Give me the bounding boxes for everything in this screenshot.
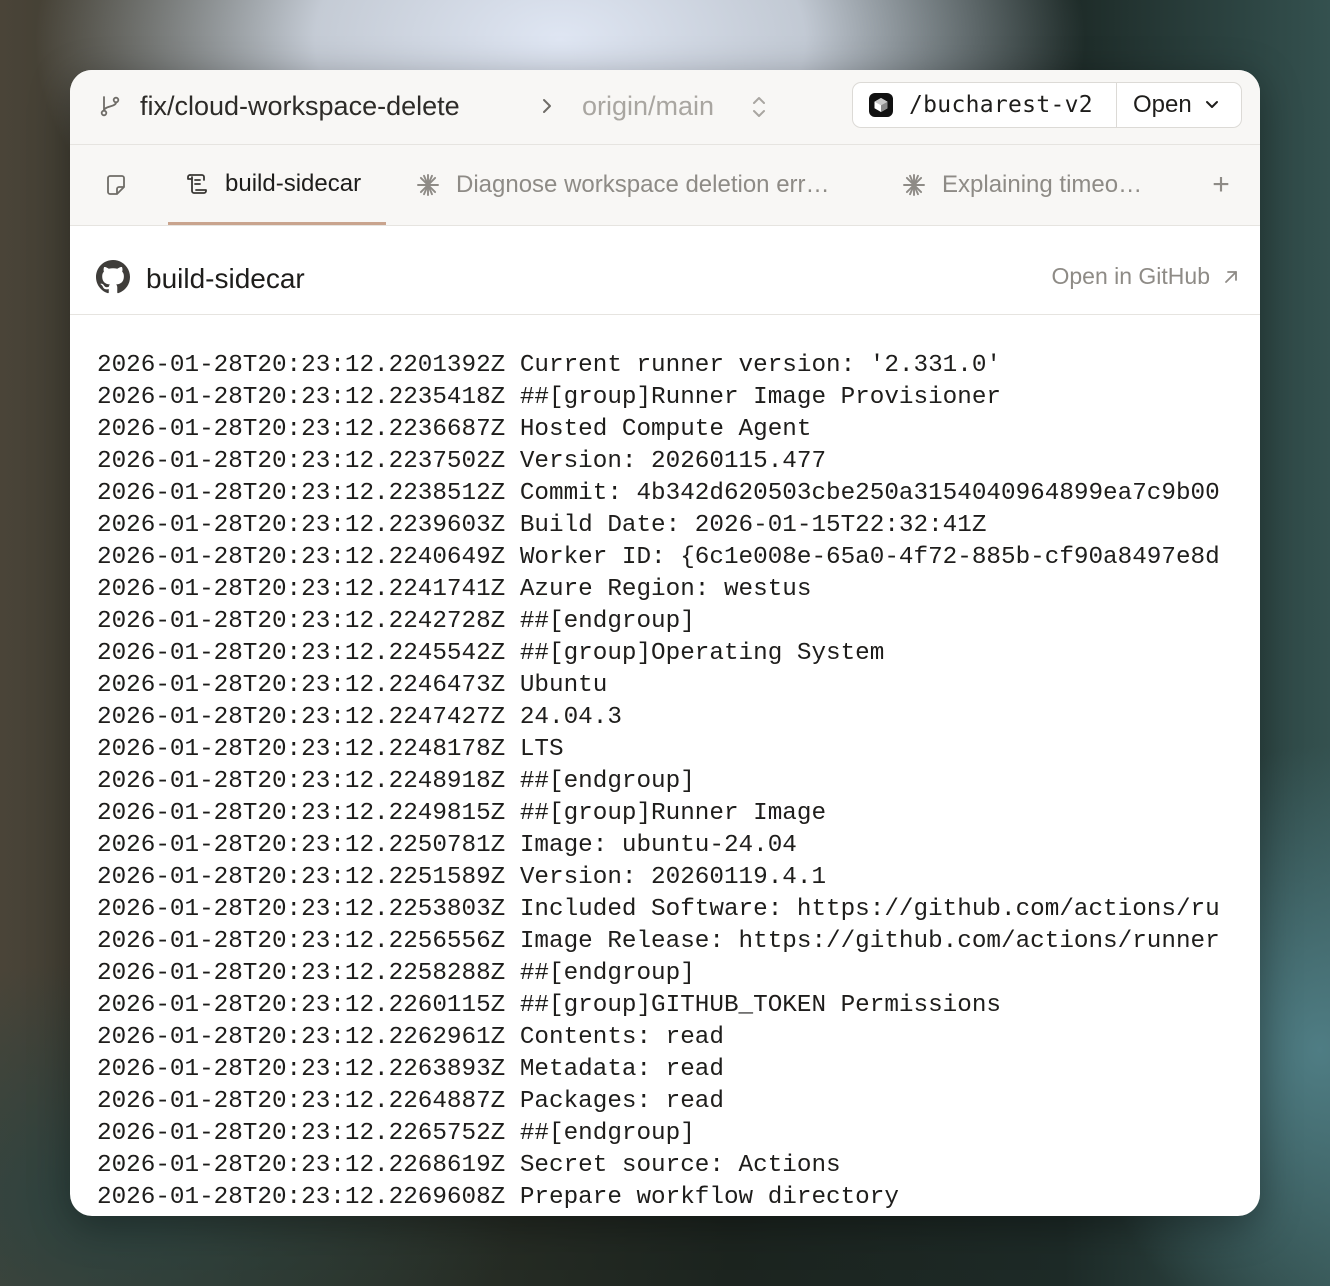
app-window: fix/cloud-workspace-delete origin/main /… <box>70 70 1260 1216</box>
tab-label: Explaining timeo… <box>942 171 1143 198</box>
external-link-icon <box>1225 270 1237 283</box>
tab-bar: build-sidecar Diagnose workspace deletio… <box>70 145 1260 226</box>
log-line: 2026-01-28T20:23:12.2240649Z Worker ID: … <box>97 544 1220 571</box>
log-line: 2026-01-28T20:23:12.2245542Z ##[group]Op… <box>97 640 885 667</box>
log-icon <box>187 173 207 194</box>
open-in-github-link[interactable]: Open in GitHub <box>1051 263 1238 290</box>
plus-icon: + <box>1212 168 1230 201</box>
tab-diagnose[interactable]: Diagnose workspace deletion err… <box>416 145 830 225</box>
log-line: 2026-01-28T20:23:12.2269608Z Prepare wor… <box>97 1184 899 1211</box>
branch-name[interactable]: fix/cloud-workspace-delete <box>140 89 460 123</box>
log-line: 2026-01-28T20:23:12.2235418Z ##[group]Ru… <box>97 384 1001 411</box>
note-icon <box>107 175 125 195</box>
tab-notes[interactable] <box>104 145 144 225</box>
log-line: 2026-01-28T20:23:12.2260115Z ##[group]GI… <box>97 992 1001 1019</box>
log-line: 2026-01-28T20:23:12.2253803Z Included So… <box>97 896 1220 923</box>
log-line: 2026-01-28T20:23:12.2238512Z Commit: 4b3… <box>97 480 1220 507</box>
log-line: 2026-01-28T20:23:12.2241741Z Azure Regio… <box>97 576 812 603</box>
log-output: 2026-01-28T20:23:12.2201392Z Current run… <box>97 350 1227 1214</box>
open-in-group: /bucharest-v2 Open <box>852 82 1242 128</box>
git-branch-icon <box>100 96 120 117</box>
log-line: 2026-01-28T20:23:12.2237502Z Version: 20… <box>97 448 827 475</box>
log-line: 2026-01-28T20:23:12.2248918Z ##[endgroup… <box>97 768 695 795</box>
sparkle-icon <box>417 174 439 196</box>
log-line: 2026-01-28T20:23:12.2246473Z Ubuntu <box>97 672 608 699</box>
chevron-down-icon <box>1205 101 1218 108</box>
tab-explaining[interactable]: Explaining timeo… <box>902 145 1142 225</box>
workspace-button[interactable]: /bucharest-v2 <box>853 83 1117 127</box>
log-line: 2026-01-28T20:23:12.2236687Z Hosted Comp… <box>97 416 812 443</box>
log-line: 2026-01-28T20:23:12.2250781Z Image: ubun… <box>97 832 797 859</box>
log-line: 2026-01-28T20:23:12.2248178Z LTS <box>97 736 564 763</box>
cursor-logo-icon <box>869 93 893 117</box>
log-line: 2026-01-28T20:23:12.2249815Z ##[group]Ru… <box>97 800 827 827</box>
base-branch-name[interactable]: origin/main <box>582 89 714 123</box>
log-line: 2026-01-28T20:23:12.2242728Z ##[endgroup… <box>97 608 695 635</box>
new-tab-button[interactable]: + <box>1206 145 1236 225</box>
tab-label: build-sidecar <box>225 169 362 197</box>
log-line: 2026-01-28T20:23:12.2201392Z Current run… <box>97 352 1001 379</box>
tab-build-sidecar[interactable]: build-sidecar <box>168 145 386 225</box>
log-line: 2026-01-28T20:23:12.2263893Z Metadata: r… <box>97 1056 724 1083</box>
chevron-up-down-icon[interactable] <box>750 94 768 120</box>
log-line: 2026-01-28T20:23:12.2265752Z ##[endgroup… <box>97 1120 695 1147</box>
open-dropdown-button[interactable]: Open <box>1117 83 1241 127</box>
log-line: 2026-01-28T20:23:12.2247427Z 24.04.3 <box>97 704 622 731</box>
open-label: Open <box>1133 91 1192 118</box>
log-line: 2026-01-28T20:23:12.2258288Z ##[endgroup… <box>97 960 695 987</box>
log-line: 2026-01-28T20:23:12.2256556Z Image Relea… <box>97 928 1220 955</box>
chevron-right-icon <box>543 99 551 113</box>
log-line: 2026-01-28T20:23:12.2264887Z Packages: r… <box>97 1088 724 1115</box>
content-header: build-sidecar Open in GitHub <box>70 226 1260 315</box>
log-line: 2026-01-28T20:23:12.2262961Z Contents: r… <box>97 1024 724 1051</box>
tab-label: Diagnose workspace deletion err… <box>456 171 830 198</box>
github-icon <box>96 260 130 294</box>
workspace-path: /bucharest-v2 <box>909 92 1093 118</box>
titlebar: fix/cloud-workspace-delete origin/main /… <box>70 70 1260 145</box>
log-line: 2026-01-28T20:23:12.2251589Z Version: 20… <box>97 864 827 891</box>
log-line: 2026-01-28T20:23:12.2268619Z Secret sour… <box>97 1152 841 1179</box>
log-line: 2026-01-28T20:23:12.2239603Z Build Date:… <box>97 512 987 539</box>
job-title: build-sidecar <box>146 263 305 294</box>
open-in-github-label: Open in GitHub <box>1051 263 1210 289</box>
sparkle-icon <box>903 174 925 196</box>
